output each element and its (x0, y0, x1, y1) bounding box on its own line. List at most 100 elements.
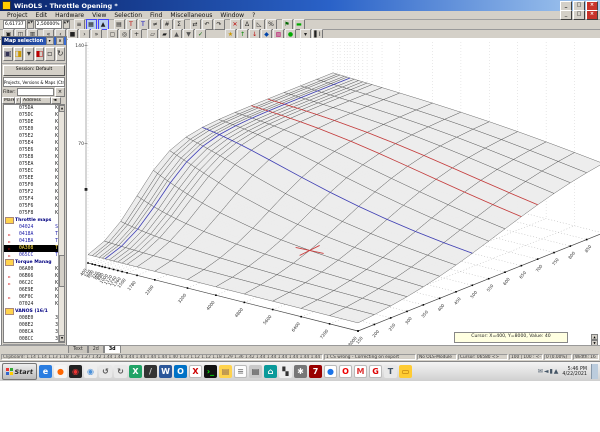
panel-import-map-icon[interactable]: ◧ (34, 47, 45, 61)
map-row[interactable]: 06E9E K (4, 287, 59, 294)
taskbar-icon-word[interactable]: W (159, 365, 172, 378)
taskbar-icon-seven-red[interactable]: 7 (309, 365, 322, 378)
map-row[interactable]: 075E8 K (4, 154, 59, 161)
taskbar-icon-gmail[interactable]: M (354, 365, 367, 378)
map-list-vscrollbar[interactable]: ▲ ▼ (58, 105, 64, 342)
show-desktop-button[interactable] (591, 364, 598, 379)
map-row[interactable]: 008E2 3 (4, 322, 59, 329)
tab-3d[interactable]: 3d (103, 345, 121, 353)
tray-shield-icon[interactable]: ▲ (554, 368, 559, 375)
menu-item-view[interactable]: View (88, 12, 110, 19)
minimize-button[interactable]: _ (560, 0, 572, 11)
map-row[interactable]: 075DE K (4, 119, 59, 126)
start-button[interactable]: Start (2, 363, 37, 380)
column-header-Marker[interactable]: Marker (2, 97, 15, 104)
taskbar-icon-excel-legacy[interactable]: X (189, 365, 202, 378)
close-button[interactable]: × (586, 0, 598, 11)
taskbar-icon-dark-tool[interactable]: / (144, 365, 157, 378)
menu-item-miscellaneous[interactable]: Miscellaneous (166, 12, 216, 19)
taskbar-icon-excel[interactable]: X (129, 365, 142, 378)
taskbar-icon-file-explorer[interactable]: ▤ (219, 365, 232, 378)
map-row[interactable]: ► 041BA T (4, 238, 59, 245)
map-row[interactable]: 075F2 K (4, 189, 59, 196)
map-row[interactable]: ► 06C2C K (4, 280, 59, 287)
map-row[interactable]: 075E0 K (4, 126, 59, 133)
map-row[interactable]: ► 06F0C K (4, 294, 59, 301)
factor-spinner[interactable]: ▲▼ (26, 20, 34, 29)
taskbar-icon-photo-viewer-dark[interactable]: ◉ (69, 365, 82, 378)
taskbar-clock[interactable]: 5:46 PM 4/22/2021 (562, 367, 587, 377)
panel-pin-button[interactable]: ▾ (45, 37, 54, 45)
menu-item-selection[interactable]: Selection (110, 12, 146, 19)
column-header-Address[interactable]: Address (21, 97, 51, 104)
taskbar-icon-outlook[interactable]: O (174, 365, 187, 378)
map-row[interactable]: 008E0 3 (4, 315, 59, 322)
map-row[interactable]: ► 065CC T (4, 252, 59, 259)
taskbar-icon-printer-app[interactable]: ▤ (249, 365, 262, 378)
map-list-vscroll-thumb[interactable] (59, 255, 64, 287)
maximize-button[interactable]: □ (573, 0, 585, 11)
tab-text[interactable]: Text (68, 345, 88, 353)
menu-item-?[interactable]: ? (248, 12, 259, 19)
map-row[interactable]: 075DC K (4, 112, 59, 119)
map-row[interactable]: 06A00 K (4, 266, 59, 273)
tab-2d[interactable]: 2d (87, 345, 104, 353)
map-folder-row[interactable]: Torque Manag (4, 259, 59, 266)
map-row[interactable]: 075F6 K (4, 203, 59, 210)
map-row[interactable]: ► 0418A T (4, 231, 59, 238)
map-row[interactable]: 07024 K (4, 301, 59, 308)
taskbar-icon-folders-yellow[interactable]: ▭ (399, 365, 412, 378)
panel-refresh-maps-icon[interactable]: ↻ (55, 47, 65, 61)
taskbar-icon-opera[interactable]: O (339, 365, 352, 378)
taskbar-icon-firefox-orange[interactable]: ● (54, 365, 67, 378)
map-row[interactable]: 075F8 K (4, 210, 59, 217)
mdi-minimize-button[interactable]: _ (560, 10, 572, 20)
scroll-up-icon[interactable]: ▲ (59, 105, 64, 112)
map-selection-title-bar[interactable]: Map selection ▾ × (2, 37, 66, 45)
taskbar-icon-tuning-tool[interactable]: T (384, 365, 397, 378)
map-row[interactable]: 075EC K (4, 168, 59, 175)
map-folder-row[interactable]: VANOS (16/1 (4, 308, 59, 315)
panel-open-dropdown-icon[interactable]: ▾ (24, 47, 34, 61)
filter-clear-button[interactable]: × (55, 87, 65, 97)
offset-spinner[interactable]: ▲▼ (62, 20, 70, 29)
map-row[interactable]: 04024 S (4, 224, 59, 231)
tray-mail-icon[interactable]: ✉ (538, 368, 543, 375)
map-row[interactable]: 075F0 K (4, 182, 59, 189)
taskbar-icon-terminal[interactable]: ›_ (204, 365, 217, 378)
taskbar-icon-internet-explorer[interactable]: e (39, 365, 52, 378)
map-row[interactable]: ► 06B66 K (4, 273, 59, 280)
filter-input[interactable] (16, 88, 54, 96)
menu-item-find[interactable]: Find (146, 12, 166, 19)
column-header-◄[interactable]: ◄ (51, 97, 61, 104)
menu-item-project[interactable]: Project (3, 12, 32, 19)
map-row[interactable]: ► 0A308 T (4, 245, 59, 252)
map-row[interactable]: 008CC 3 (4, 336, 59, 342)
taskbar-icon-checkered-app[interactable]: ▚ (279, 365, 292, 378)
tray-volume-icon[interactable]: ◄ (544, 368, 549, 375)
map-row[interactable]: 075EE K (4, 175, 59, 182)
map-row[interactable]: 075F4 K (4, 196, 59, 203)
scroll-down-icon[interactable]: ▼ (59, 335, 64, 342)
map-row[interactable]: 075EA K (4, 161, 59, 168)
panel-save-map-icon[interactable]: ▣ (3, 47, 13, 61)
map-row[interactable]: 008CA 3 (4, 329, 59, 336)
offset-field[interactable]: 2,50000% (34, 20, 62, 29)
map-row[interactable]: 075E6 K (4, 147, 59, 154)
taskbar-icon-gear-app[interactable]: ✱ (294, 365, 307, 378)
map-row[interactable]: 075DA K (4, 105, 59, 112)
menu-item-edit[interactable]: Edit (32, 12, 52, 19)
factor-field[interactable]: 6,61737 (3, 20, 26, 29)
taskbar-icon-chrome[interactable]: ◉ (84, 365, 97, 378)
panel-open-map-folder-icon[interactable]: ◨ (13, 47, 24, 61)
panel-map-properties-icon[interactable]: ▫ (45, 47, 55, 61)
plot-spinner[interactable]: ▲ ▼ (591, 334, 598, 346)
map-3d-svg[interactable]: 40052060072080088010001120124013601500 17… (68, 38, 600, 347)
map-3d-view[interactable]: 400 520 600 720 800 880 1000 1120 1240 1360 1500 17… (68, 38, 600, 347)
taskbar-icon-g-red[interactable]: G (369, 365, 382, 378)
taskbar-icon-notepad[interactable]: ≡ (234, 365, 247, 378)
taskbar-icon-car-app[interactable]: ⌂ (264, 365, 277, 378)
menu-item-hardware[interactable]: Hardware (51, 12, 88, 19)
view-mode-combo[interactable]: Projects, Versions & Maps (Ctrl ▾ (3, 77, 65, 87)
map-row[interactable]: 075E4 K (4, 140, 59, 147)
